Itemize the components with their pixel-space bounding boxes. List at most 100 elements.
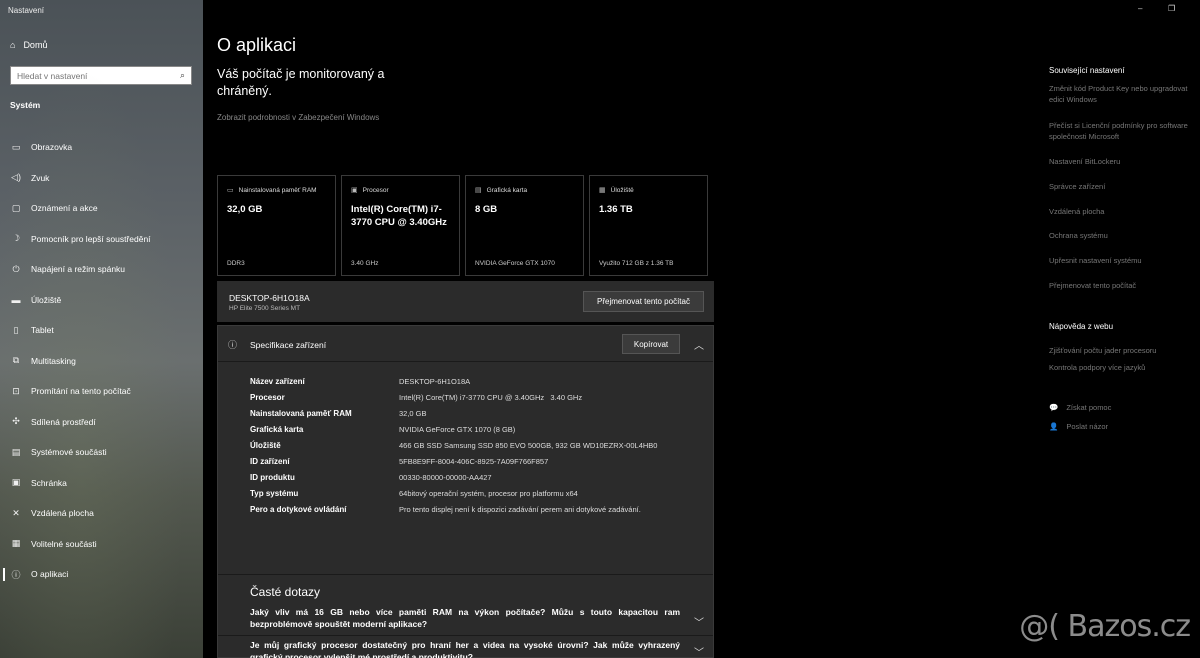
sidebar: Nastavení ⌂ Domů ⌕ Systém ▭ Obrazovka ◁) Z…	[0, 0, 203, 658]
feedback-link[interactable]: 👤 Poslat názor	[1049, 422, 1108, 431]
card-value: 1.36 TB	[599, 204, 633, 215]
speaker-icon: ◁)	[11, 172, 21, 183]
disk-icon: ▦	[599, 187, 606, 194]
sidebar-item-vzdalena[interactable]: ✕ Vzdálená plocha	[0, 498, 203, 529]
sidebar-item-label: Volitelné součásti	[31, 538, 97, 549]
sidebar-item-tablet[interactable]: ▯ Tablet	[0, 315, 203, 346]
sidebar-item-sdilena[interactable]: ✣ Sdílená prostředí	[0, 407, 203, 438]
card-label: Úložiště	[610, 186, 634, 194]
spec-table: Název zařízení DESKTOP-6H1O18A Procesor In…	[250, 377, 680, 521]
get-help-label: Získat pomoc	[1066, 403, 1112, 412]
gpu-icon: ▤	[475, 187, 482, 194]
card-value: 8 GB	[475, 204, 498, 215]
search-icon[interactable]: ⌕	[180, 70, 185, 81]
get-help-link[interactable]: 💬 Získat pomoc	[1049, 403, 1111, 412]
divider	[218, 635, 713, 636]
cpu-icon: ▣	[351, 187, 358, 194]
card-sub: NVIDIA GeForce GTX 1070	[475, 260, 555, 267]
related-link[interactable]: Přejmenovat tento počítač	[1049, 280, 1189, 291]
spec-key: Grafická karta	[250, 425, 304, 434]
divider	[218, 574, 713, 575]
web-help-link[interactable]: Zjišťování počtu jader procesoru	[1049, 345, 1189, 356]
card-sub: 3.40 GHz	[351, 260, 379, 267]
sidebar-item-obrazovka[interactable]: ▭ Obrazovka	[0, 132, 203, 163]
sidebar-item-volitelne[interactable]: ▦ Volitelné součásti	[0, 529, 203, 560]
sidebar-item-label: Schránka	[31, 477, 67, 488]
spec-row: Pero a dotykové ovládání Pro tento disple…	[250, 505, 680, 515]
card-sub: DDR3	[227, 260, 245, 267]
web-help-link[interactable]: Kontrola podpory více jazyků	[1049, 362, 1189, 373]
minimize-button[interactable]: –	[1138, 4, 1142, 13]
related-link[interactable]: Upřesnit nastavení systému	[1049, 255, 1189, 266]
web-help-title: Nápověda z webu	[1049, 322, 1114, 331]
related-link[interactable]: Nastavení BitLockeru	[1049, 156, 1189, 167]
spec-key: Pero a dotykové ovládání	[250, 505, 347, 514]
related-link[interactable]: Přečíst si Licenční podmínky pro softwar…	[1049, 120, 1189, 142]
rename-pc-button[interactable]: Přejmenovat tento počítač	[583, 291, 704, 312]
sidebar-item-label: Úložiště	[31, 294, 62, 305]
device-model: HP Elite 7500 Series MT	[229, 305, 301, 312]
related-link[interactable]: Ochrana systému	[1049, 230, 1189, 241]
sidebar-item-zvuk[interactable]: ◁) Zvuk	[0, 163, 203, 194]
sidebar-item-label: Pomocník pro lepší soustředění	[31, 233, 151, 244]
spec-key: Úložiště	[250, 441, 281, 450]
tablet-icon: ▯	[13, 324, 19, 335]
card-label: Nainstalovaná paměť RAM	[238, 186, 317, 194]
sidebar-item-napajeni[interactable]: ⏻ Napájení a režim spánku	[0, 254, 203, 285]
sidebar-item-label: Multitasking	[31, 355, 76, 366]
help-chat-icon: 💬	[1049, 403, 1059, 412]
sidebar-item-soucasti[interactable]: ▤ Systémové součásti	[0, 437, 203, 468]
power-icon: ⏻	[12, 263, 20, 274]
spec-value: DESKTOP-6H1O18A	[399, 377, 471, 386]
spec-row: Úložiště 466 GB SSD Samsung SSD 850 EVO 5…	[250, 441, 680, 451]
sidebar-item-label: Zvuk	[31, 172, 50, 183]
card-cpu: ▣ Procesor Intel(R) Core(TM) i7-3770 CPU …	[341, 175, 460, 276]
related-link[interactable]: Správce zařízení	[1049, 181, 1189, 192]
sidebar-item-label: Promítání na tento počítač	[31, 386, 131, 397]
page-title: O aplikaci	[217, 35, 297, 55]
faq-item[interactable]: Jaký vliv má 16 GB nebo více paměti RAM …	[250, 606, 680, 630]
spec-row: ID produktu 00330-80000-00000-AA427	[250, 473, 680, 483]
chevron-down-icon[interactable]: ﹀	[694, 614, 704, 629]
components-icon: ▤	[11, 446, 21, 457]
sidebar-item-uloziste[interactable]: ▬ Úložiště	[0, 285, 203, 316]
spec-row: Procesor Intel(R) Core(TM) i7-3770 CPU @ …	[250, 393, 680, 403]
card-value: Intel(R) Core(TM) i7-3770 CPU @ 3.40GHz	[351, 204, 447, 228]
protection-status: Váš počítač je monitorovaný a chráněný.	[217, 67, 385, 98]
spec-key: Název zařízení	[250, 377, 305, 386]
sidebar-item-oznameni[interactable]: ▢ Oznámení a akce	[0, 193, 203, 224]
spec-key: ID produktu	[250, 473, 295, 482]
projector-icon: ⊡	[12, 385, 20, 396]
card-ram: ▭ Nainstalovaná paměť RAM 32,0 GB DDR3	[217, 175, 336, 276]
optional-icon: ▦	[11, 538, 21, 549]
spec-value: 64bitový operační systém, procesor pro p…	[399, 489, 578, 498]
spec-key: Typ systému	[250, 489, 299, 498]
chevron-down-icon[interactable]: ﹀	[694, 644, 704, 658]
home-link[interactable]: ⌂ Domů	[10, 40, 47, 50]
search-box[interactable]: ⌕	[10, 66, 192, 85]
spec-row: Typ systému 64bitový operační systém, pro…	[250, 489, 680, 499]
copy-button[interactable]: Kopírovat	[622, 334, 680, 354]
faq-item[interactable]: Je můj grafický procesor dostatečný pro …	[250, 639, 680, 658]
sidebar-item-schranka[interactable]: ▣ Schránka	[0, 468, 203, 499]
sidebar-item-soustredeni[interactable]: ☽ Pomocník pro lepší soustředění	[0, 224, 203, 255]
related-link[interactable]: Změnit kód Product Key nebo upgradovat e…	[1049, 83, 1189, 105]
search-input[interactable]	[17, 70, 167, 81]
spec-value: Intel(R) Core(TM) i7-3770 CPU @ 3.40GHz …	[399, 393, 583, 402]
related-link[interactable]: Vzdálená plocha	[1049, 206, 1189, 217]
security-details-link[interactable]: Zobrazit podrobnosti v Zabezpečení Windo…	[217, 113, 379, 122]
spec-row: Název zařízení DESKTOP-6H1O18A	[250, 377, 680, 387]
sidebar-item-o-aplikaci[interactable]: ⓘ O aplikaci	[0, 559, 203, 590]
sidebar-item-promitani[interactable]: ⊡ Promítání na tento počítač	[0, 376, 203, 407]
spec-row: Nainstalovaná paměť RAM 32,0 GB	[250, 409, 680, 419]
spec-key: ID zařízení	[250, 457, 290, 466]
monitor-icon: ▭	[11, 141, 21, 152]
spec-header[interactable]: ⓘ Specifikace zařízení Kopírovat ︿	[218, 326, 713, 362]
chevron-up-icon[interactable]: ︿	[694, 337, 704, 352]
spec-value: 00330-80000-00000-AA427	[399, 473, 492, 482]
maximize-button[interactable]: ❐	[1168, 4, 1175, 13]
spec-key: Nainstalovaná paměť RAM	[250, 409, 352, 418]
sidebar-item-multitasking[interactable]: ⧉ Multitasking	[0, 346, 203, 377]
faq-title: Časté dotazy	[250, 585, 321, 599]
sidebar-nav: ▭ Obrazovka ◁) Zvuk ▢ Oznámení a akce ☽ Pomo…	[0, 132, 203, 590]
